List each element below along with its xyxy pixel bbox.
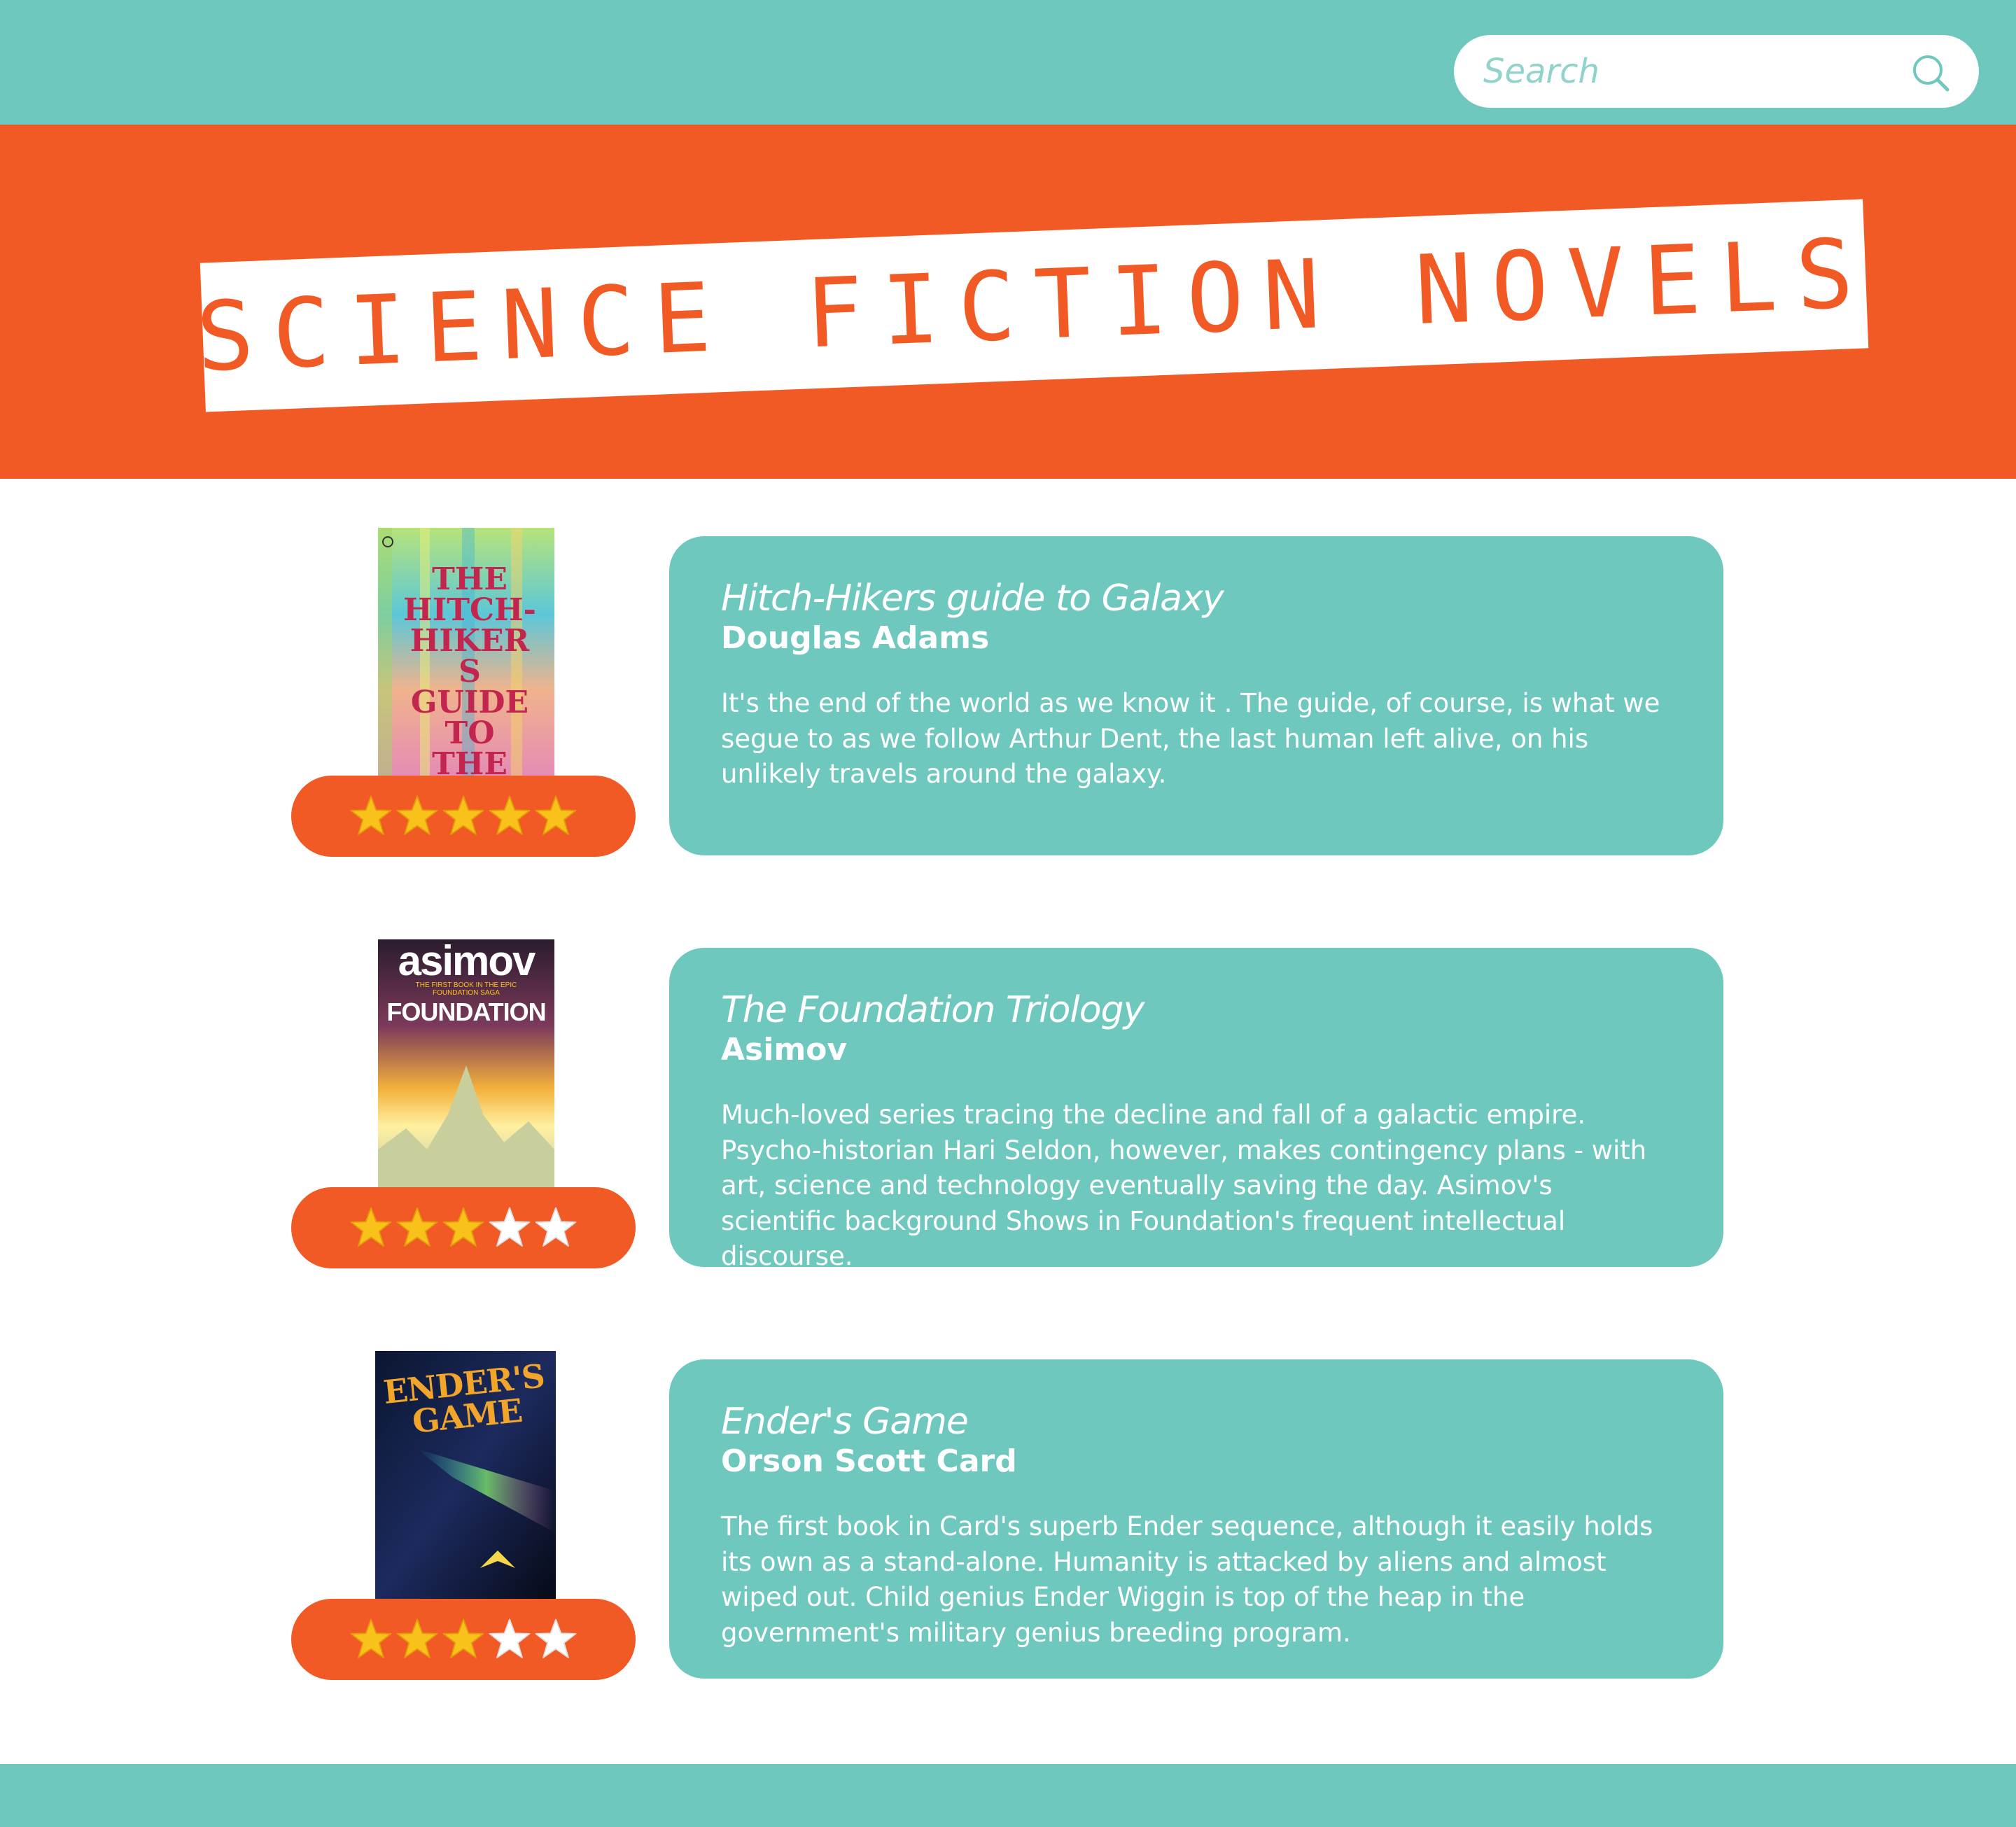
book-cover-enders-game[interactable]: ENDER'S GAME [375, 1351, 556, 1600]
star-empty-icon [535, 1618, 577, 1658]
rating-stars [291, 776, 636, 857]
star-empty-icon [535, 1207, 577, 1247]
star-filled-icon [396, 1618, 438, 1658]
book-card[interactable]: Hitch-Hikers guide to Galaxy Douglas Ada… [669, 536, 1723, 855]
book-cover-hitchhikers[interactable]: THE HITCH-HIKERS GUIDE TO THE GALAXY [378, 528, 554, 777]
rating-stars [291, 1599, 636, 1680]
star-filled-icon [350, 1207, 392, 1247]
book-row-enders-game: ENDER'S GAME Ender's Game Orson Scott Ca… [0, 1351, 2016, 1680]
star-filled-icon [350, 795, 392, 835]
book-title[interactable]: Hitch-Hikers guide to Galaxy [721, 577, 1674, 620]
cover-subtitle: THE FIRST BOOK IN THE EPIC FOUNDATION SA… [415, 981, 517, 997]
search-input[interactable] [1483, 50, 1875, 92]
search-box[interactable] [1454, 35, 1979, 108]
star-empty-icon [489, 1207, 531, 1247]
star-filled-icon [442, 1207, 484, 1247]
book-title[interactable]: Ender's Game [721, 1400, 1674, 1443]
star-filled-icon [442, 1618, 484, 1658]
book-author: Douglas Adams [721, 620, 990, 656]
star-filled-icon [489, 795, 531, 835]
star-filled-icon [535, 795, 577, 835]
book-card[interactable]: The Foundation Triology Asimov Much-love… [669, 948, 1723, 1271]
book-author: Asimov [721, 1032, 848, 1068]
book-description: Much-loved series tracing the decline an… [721, 1100, 1647, 1271]
star-filled-icon [350, 1618, 392, 1658]
footer-bar [0, 1764, 2016, 1827]
book-row-hitchhikers: THE HITCH-HIKERS GUIDE TO THE GALAXY Hit… [0, 528, 2016, 857]
book-description: It's the end of the world as we know it … [721, 688, 1660, 789]
star-filled-icon [396, 1207, 438, 1247]
book-description: The first book in Card's superb Ender se… [721, 1511, 1653, 1648]
book-row-foundation: asimov THE FIRST BOOK IN THE EPIC FOUNDA… [0, 939, 2016, 1271]
top-bar [0, 0, 2016, 125]
search-icon[interactable] [1911, 53, 1950, 92]
book-author: Orson Scott Card [721, 1443, 1017, 1479]
book-cover-foundation[interactable]: asimov THE FIRST BOOK IN THE EPIC FOUNDA… [378, 939, 554, 1189]
book-card[interactable]: Ender's Game Orson Scott Card The first … [669, 1359, 1723, 1679]
star-filled-icon [396, 795, 438, 835]
book-title[interactable]: The Foundation Triology [721, 988, 1674, 1032]
cover-title: THE HITCH-HIKERS GUIDE TO THE GALAXY [403, 561, 536, 778]
rating-stars [291, 1187, 636, 1268]
cover-brand: asimov [398, 939, 536, 984]
star-empty-icon [489, 1618, 531, 1658]
star-filled-icon [442, 795, 484, 835]
cover-book-title: FOUNDATION [386, 997, 546, 1026]
